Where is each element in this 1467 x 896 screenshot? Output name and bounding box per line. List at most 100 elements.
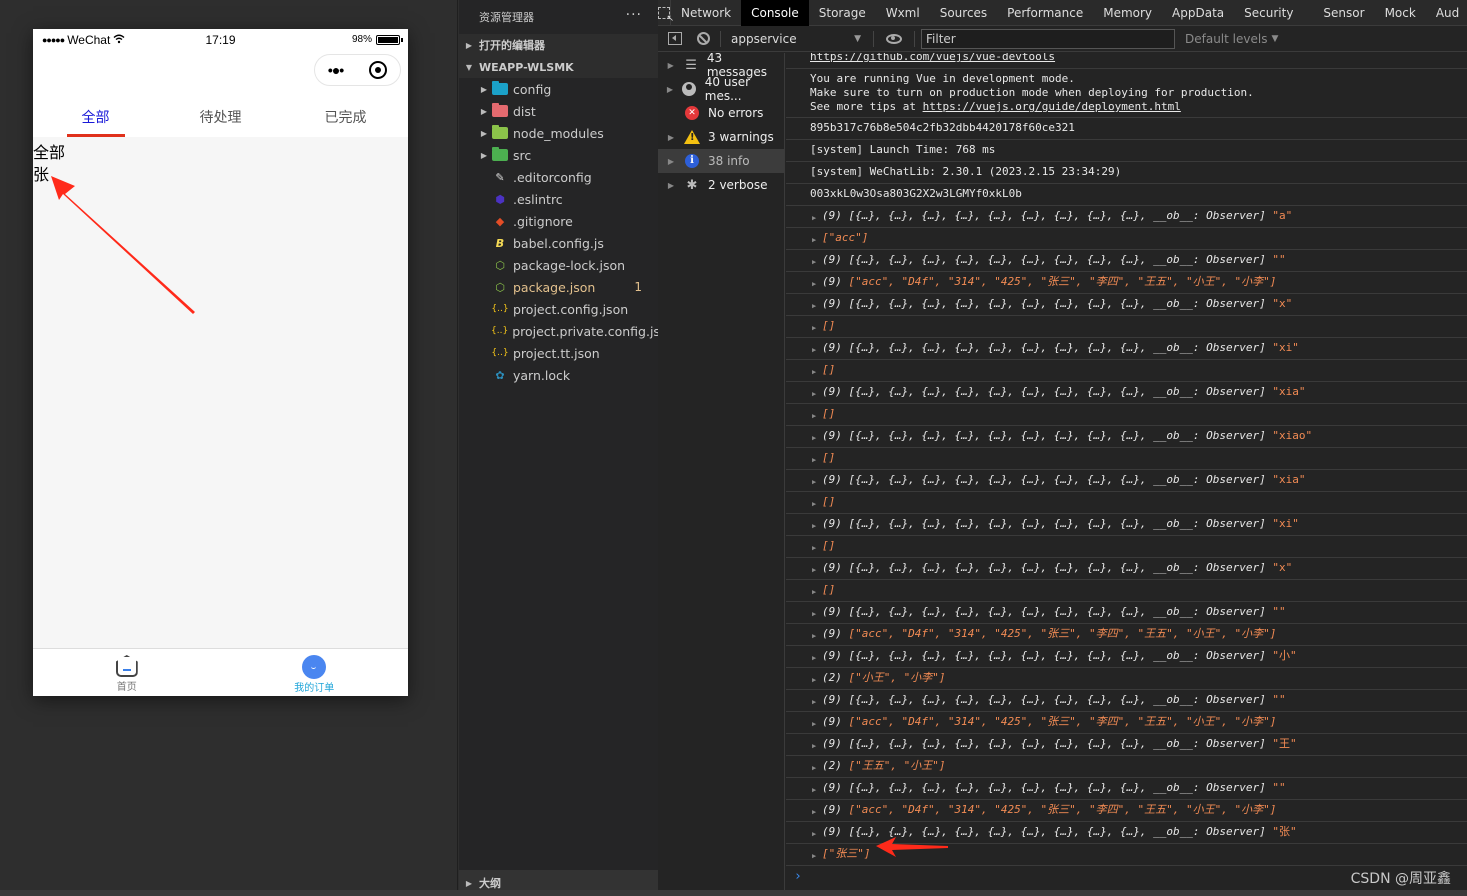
- toggle-sidebar-button[interactable]: [664, 28, 686, 50]
- tab-appdata[interactable]: AppData: [1162, 0, 1234, 26]
- tree-file[interactable]: Bbabel.config.js: [459, 232, 658, 254]
- tree-folder[interactable]: ▶ src: [459, 144, 658, 166]
- tab-all[interactable]: 全部: [33, 93, 158, 137]
- tree-file[interactable]: ⬡ package.json 1: [459, 276, 658, 298]
- log-entry-object[interactable]: (9) [{…}, {…}, {…}, {…}, {…}, {…}, {…}, …: [786, 778, 1467, 800]
- content-line-search-result: 张: [33, 167, 50, 184]
- console-filter-error[interactable]: ✕ No errors: [658, 101, 784, 125]
- context-selector[interactable]: appservice ▼: [727, 29, 867, 49]
- tab-wxml[interactable]: Wxml: [876, 0, 930, 26]
- log-entry-array[interactable]: []: [786, 316, 1467, 338]
- log-entry-object[interactable]: (9) [{…}, {…}, {…}, {…}, {…}, {…}, {…}, …: [786, 382, 1467, 404]
- log-entry-object[interactable]: (9) [{…}, {…}, {…}, {…}, {…}, {…}, {…}, …: [786, 822, 1467, 844]
- log-entry-object[interactable]: (9) [{…}, {…}, {…}, {…}, {…}, {…}, {…}, …: [786, 206, 1467, 228]
- tab-sources[interactable]: Sources: [930, 0, 997, 26]
- more-menu-icon[interactable]: •●•: [328, 62, 344, 78]
- tree-item-label: src: [513, 147, 532, 163]
- log-entry-array[interactable]: []: [786, 360, 1467, 382]
- log-entry-object[interactable]: (9) [{…}, {…}, {…}, {…}, {…}, {…}, {…}, …: [786, 426, 1467, 448]
- log-entry-object[interactable]: (9) [{…}, {…}, {…}, {…}, {…}, {…}, {…}, …: [786, 514, 1467, 536]
- log-entry-object[interactable]: (9) [{…}, {…}, {…}, {…}, {…}, {…}, {…}, …: [786, 690, 1467, 712]
- log-entry-array[interactable]: []: [786, 448, 1467, 470]
- more-actions-button[interactable]: ···: [626, 7, 642, 23]
- console-filter-warning[interactable]: ▶ 3 warnings: [658, 125, 784, 149]
- log-entry-array[interactable]: (9) ["acc", "D4f", "314", "425", "张三", "…: [786, 800, 1467, 822]
- close-miniprogram-icon[interactable]: [369, 61, 388, 79]
- log-entry-array[interactable]: []: [786, 580, 1467, 602]
- log-levels-dropdown[interactable]: Default levels ▼: [1185, 32, 1278, 46]
- tree-file[interactable]: {..} project.config.json: [459, 298, 658, 320]
- annotation-arrow: [51, 176, 195, 314]
- log-entry-array[interactable]: (9) ["acc", "D4f", "314", "425", "张三", "…: [786, 272, 1467, 294]
- log-value: (9) [{…}, {…}, {…}, {…}, {…}, {…}, {…}, …: [812, 209, 1292, 222]
- list-icon: ☰: [685, 57, 697, 73]
- log-entry-array[interactable]: []: [786, 492, 1467, 514]
- tree-file[interactable]: {..} project.private.config.js...: [459, 320, 672, 342]
- tab-completed[interactable]: 已完成: [283, 93, 408, 137]
- tab-security[interactable]: Security: [1234, 0, 1303, 26]
- tree-file[interactable]: ◆ .gitignore: [459, 210, 658, 232]
- log-entry-array[interactable]: ["acc"]: [786, 228, 1467, 250]
- console-filter-info[interactable]: ▶ i 38 info: [658, 149, 784, 173]
- log-entry-object[interactable]: (9) [{…}, {…}, {…}, {…}, {…}, {…}, {…}, …: [786, 734, 1467, 756]
- log-array-preview: (9) [{…}, {…}, {…}, {…}, {…}, {…}, {…}, …: [822, 605, 1273, 618]
- nodejs-icon: ⬡: [495, 280, 505, 294]
- project-section[interactable]: ▼ WEAPP-WLSMK: [459, 56, 658, 78]
- log-entry-array[interactable]: (9) ["acc", "D4f", "314", "425", "张三", "…: [786, 624, 1467, 646]
- tab-memory[interactable]: Memory: [1093, 0, 1162, 26]
- tree-folder[interactable]: ▶ config: [459, 78, 658, 100]
- tree-file[interactable]: ✎ .editorconfig: [459, 166, 658, 188]
- log-entry-object[interactable]: (9) [{…}, {…}, {…}, {…}, {…}, {…}, {…}, …: [786, 294, 1467, 316]
- tab-network[interactable]: Network: [671, 0, 741, 26]
- log-entry-array[interactable]: []: [786, 404, 1467, 426]
- log-entry-object[interactable]: (9) [{…}, {…}, {…}, {…}, {…}, {…}, {…}, …: [786, 470, 1467, 492]
- tab-console[interactable]: Console: [741, 0, 809, 26]
- log-entry-array[interactable]: (9) ["acc", "D4f", "314", "425", "张三", "…: [786, 712, 1467, 734]
- tab-mock[interactable]: Mock: [1375, 0, 1426, 26]
- tab-sensor[interactable]: Sensor: [1313, 0, 1374, 26]
- filter-input[interactable]: [921, 28, 1175, 49]
- console-filter-user[interactable]: ▶ 40 user mes...: [658, 75, 784, 103]
- log-entry-array[interactable]: (2) ["王五", "小王"]: [786, 756, 1467, 778]
- log-entry-object[interactable]: (9) [{…}, {…}, {…}, {…}, {…}, {…}, {…}, …: [786, 250, 1467, 272]
- log-link[interactable]: https://github.com/vuejs/vue-devtools: [810, 53, 1055, 63]
- inspect-element-button[interactable]: [658, 0, 674, 26]
- devtools-panel: NetworkConsoleStorageWxmlSourcesPerforma…: [658, 0, 1467, 896]
- tree-item-label: node_modules: [513, 125, 604, 141]
- log-entry-object[interactable]: (9) [{…}, {…}, {…}, {…}, {…}, {…}, {…}, …: [786, 646, 1467, 668]
- tabbar-my-orders[interactable]: 我的订单: [221, 649, 409, 696]
- tabbar-home[interactable]: 首页: [33, 649, 221, 696]
- chevron-right-icon: ▶: [480, 150, 488, 160]
- user-icon: [682, 81, 697, 97]
- bottom-border: [0, 890, 1467, 896]
- tree-file[interactable]: ✿ yarn.lock: [459, 364, 658, 386]
- toolbar-divider: [914, 30, 915, 47]
- log-link[interactable]: https://vuejs.org/guide/deployment.html: [923, 100, 1181, 113]
- log-array-items: ["acc", "D4f", "314", "425", "张三", "李四",…: [848, 275, 1277, 288]
- log-entry-array[interactable]: ["张三"]: [786, 844, 1467, 866]
- log-entry-object[interactable]: (9) [{…}, {…}, {…}, {…}, {…}, {…}, {…}, …: [786, 338, 1467, 360]
- clear-console-button[interactable]: [692, 28, 714, 50]
- log-value: []: [812, 451, 835, 464]
- log-entry-object[interactable]: (9) [{…}, {…}, {…}, {…}, {…}, {…}, {…}, …: [786, 558, 1467, 580]
- tab-pending[interactable]: 待处理: [158, 93, 283, 137]
- project-name: WEAPP-WLSMK: [479, 60, 574, 74]
- home-icon: [115, 655, 138, 677]
- open-editors-section[interactable]: ▶ 打开的编辑器: [459, 34, 658, 56]
- log-string: "x": [1272, 297, 1293, 310]
- tree-folder[interactable]: ▶ dist: [459, 100, 658, 122]
- console-filter-list[interactable]: ▶ ☰ 43 messages: [658, 51, 784, 79]
- tree-file[interactable]: ⬡ package-lock.json: [459, 254, 658, 276]
- log-entry-array[interactable]: []: [786, 536, 1467, 558]
- log-entry-array[interactable]: (2) ["小王", "小李"]: [786, 668, 1467, 690]
- tree-file[interactable]: ⬢ .eslintrc: [459, 188, 658, 210]
- console-filter-bug[interactable]: ▶ ✱ 2 verbose: [658, 173, 784, 197]
- live-expression-icon[interactable]: [886, 33, 902, 44]
- tab-performance[interactable]: Performance: [997, 0, 1093, 26]
- tab-storage[interactable]: Storage: [809, 0, 876, 26]
- tree-folder[interactable]: ▶ node_modules: [459, 122, 658, 144]
- log-array-preview: (9) [{…}, {…}, {…}, {…}, {…}, {…}, {…}, …: [822, 825, 1273, 838]
- log-entry-object[interactable]: (9) [{…}, {…}, {…}, {…}, {…}, {…}, {…}, …: [786, 602, 1467, 624]
- tree-file[interactable]: {..} project.tt.json: [459, 342, 658, 364]
- tab-aud[interactable]: Aud: [1426, 0, 1467, 26]
